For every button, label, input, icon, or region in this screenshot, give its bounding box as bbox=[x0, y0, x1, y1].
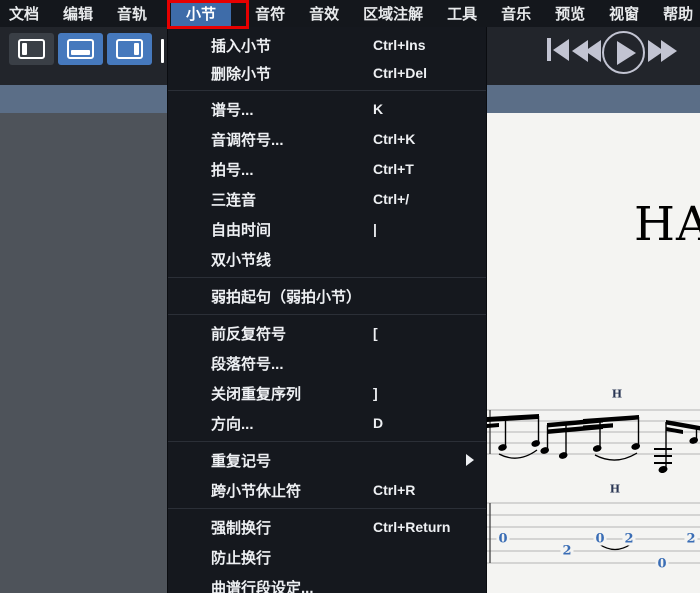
menu-effects[interactable]: 音效 bbox=[309, 0, 339, 27]
panel-bottom-icon bbox=[67, 39, 94, 59]
tab-fret-number[interactable]: 2 bbox=[560, 544, 574, 558]
menu-edit[interactable]: 编辑 bbox=[63, 0, 93, 27]
menu-separator bbox=[168, 314, 486, 315]
menu-separator bbox=[168, 508, 486, 509]
menu-item-directions[interactable]: 方向... D bbox=[168, 408, 486, 438]
score-page[interactable]: HA H H 0 2 0 2 0 2 bbox=[487, 113, 700, 593]
measure-dropdown-menu: 插入小节 Ctrl+Ins 删除小节 Ctrl+Del 谱号... K 音调符号… bbox=[167, 27, 487, 593]
menu-item-section-marker[interactable]: 段落符号... bbox=[168, 348, 486, 378]
track-panel[interactable] bbox=[0, 113, 167, 593]
menu-separator bbox=[168, 277, 486, 278]
submenu-arrow-icon bbox=[466, 454, 474, 466]
play-button[interactable] bbox=[602, 31, 645, 74]
menu-file[interactable]: 文档 bbox=[9, 0, 39, 27]
play-icon bbox=[616, 40, 636, 65]
menu-tools[interactable]: 工具 bbox=[447, 0, 477, 27]
menu-item-clef[interactable]: 谱号... K bbox=[168, 94, 486, 124]
skip-to-start-icon bbox=[547, 38, 551, 61]
panel-left-icon bbox=[18, 39, 45, 59]
menu-item-double-barline[interactable]: 双小节线 bbox=[168, 244, 486, 274]
tab-fret-number[interactable]: 0 bbox=[496, 532, 510, 546]
menu-item-anacrusis[interactable]: 弱拍起句（弱拍小节） bbox=[168, 281, 486, 311]
menu-item-delete-measure[interactable]: 删除小节 Ctrl+Del bbox=[168, 59, 486, 87]
menu-item-free-time[interactable]: 自由时间 | bbox=[168, 214, 486, 244]
menu-window[interactable]: 视窗 bbox=[609, 0, 639, 27]
partially-hidden-toolbar-icon bbox=[161, 39, 164, 63]
panel-left-toggle-button[interactable] bbox=[9, 33, 54, 65]
menu-item-force-line-break[interactable]: 强制换行 Ctrl+Return bbox=[168, 512, 486, 542]
tab-fret-number[interactable]: 0 bbox=[593, 532, 607, 546]
tab-fret-number[interactable]: 2 bbox=[684, 532, 698, 546]
menu-view[interactable]: 预览 bbox=[555, 0, 585, 27]
panel-right-toggle-button[interactable] bbox=[107, 33, 152, 65]
menu-item-multirest[interactable]: 跨小节休止符 Ctrl+R bbox=[168, 475, 486, 505]
menu-item-close-repeat[interactable]: 关闭重复序列 ] bbox=[168, 378, 486, 408]
music-notation bbox=[487, 409, 700, 564]
tab-fret-number[interactable]: 2 bbox=[622, 532, 636, 546]
rewind-button[interactable] bbox=[572, 40, 601, 62]
menu-track[interactable]: 音轨 bbox=[117, 0, 147, 27]
menu-item-key-signature[interactable]: 音调符号... Ctrl+K bbox=[168, 124, 486, 154]
menu-item-triplet[interactable]: 三连音 Ctrl+/ bbox=[168, 184, 486, 214]
menu-separator bbox=[168, 90, 486, 91]
menu-item-repeat-sign[interactable]: 重复记号 bbox=[168, 445, 486, 475]
menu-item-open-repeat[interactable]: 前反复符号 [ bbox=[168, 318, 486, 348]
menu-separator bbox=[168, 441, 486, 442]
menu-note[interactable]: 音符 bbox=[255, 0, 285, 27]
menu-item-insert-measure[interactable]: 插入小节 Ctrl+Ins bbox=[168, 31, 486, 59]
skip-to-start-button[interactable] bbox=[547, 38, 569, 61]
menu-audio[interactable]: 音乐 bbox=[501, 0, 531, 27]
panel-bottom-toggle-button[interactable] bbox=[58, 33, 103, 65]
menu-measure[interactable]: 小节 bbox=[171, 0, 232, 27]
menu-markers[interactable]: 区域注解 bbox=[363, 0, 423, 27]
panel-right-icon bbox=[116, 39, 143, 59]
fast-forward-button[interactable] bbox=[648, 40, 677, 62]
guitar-pro-window: 文档 编辑 音轨 小节 音符 音效 区域注解 工具 音乐 预览 视窗 帮助 HA… bbox=[0, 0, 700, 593]
menu-item-prevent-line-break[interactable]: 防止换行 bbox=[168, 542, 486, 572]
menu-help[interactable]: 帮助 bbox=[663, 0, 693, 27]
menu-item-line-layout[interactable]: 曲谱行段设定... bbox=[168, 572, 486, 593]
tab-fret-number[interactable]: 0 bbox=[655, 557, 669, 571]
menu-item-time-signature[interactable]: 拍号... Ctrl+T bbox=[168, 154, 486, 184]
menubar: 文档 编辑 音轨 小节 音符 音效 区域注解 工具 音乐 预览 视窗 帮助 bbox=[0, 0, 700, 27]
